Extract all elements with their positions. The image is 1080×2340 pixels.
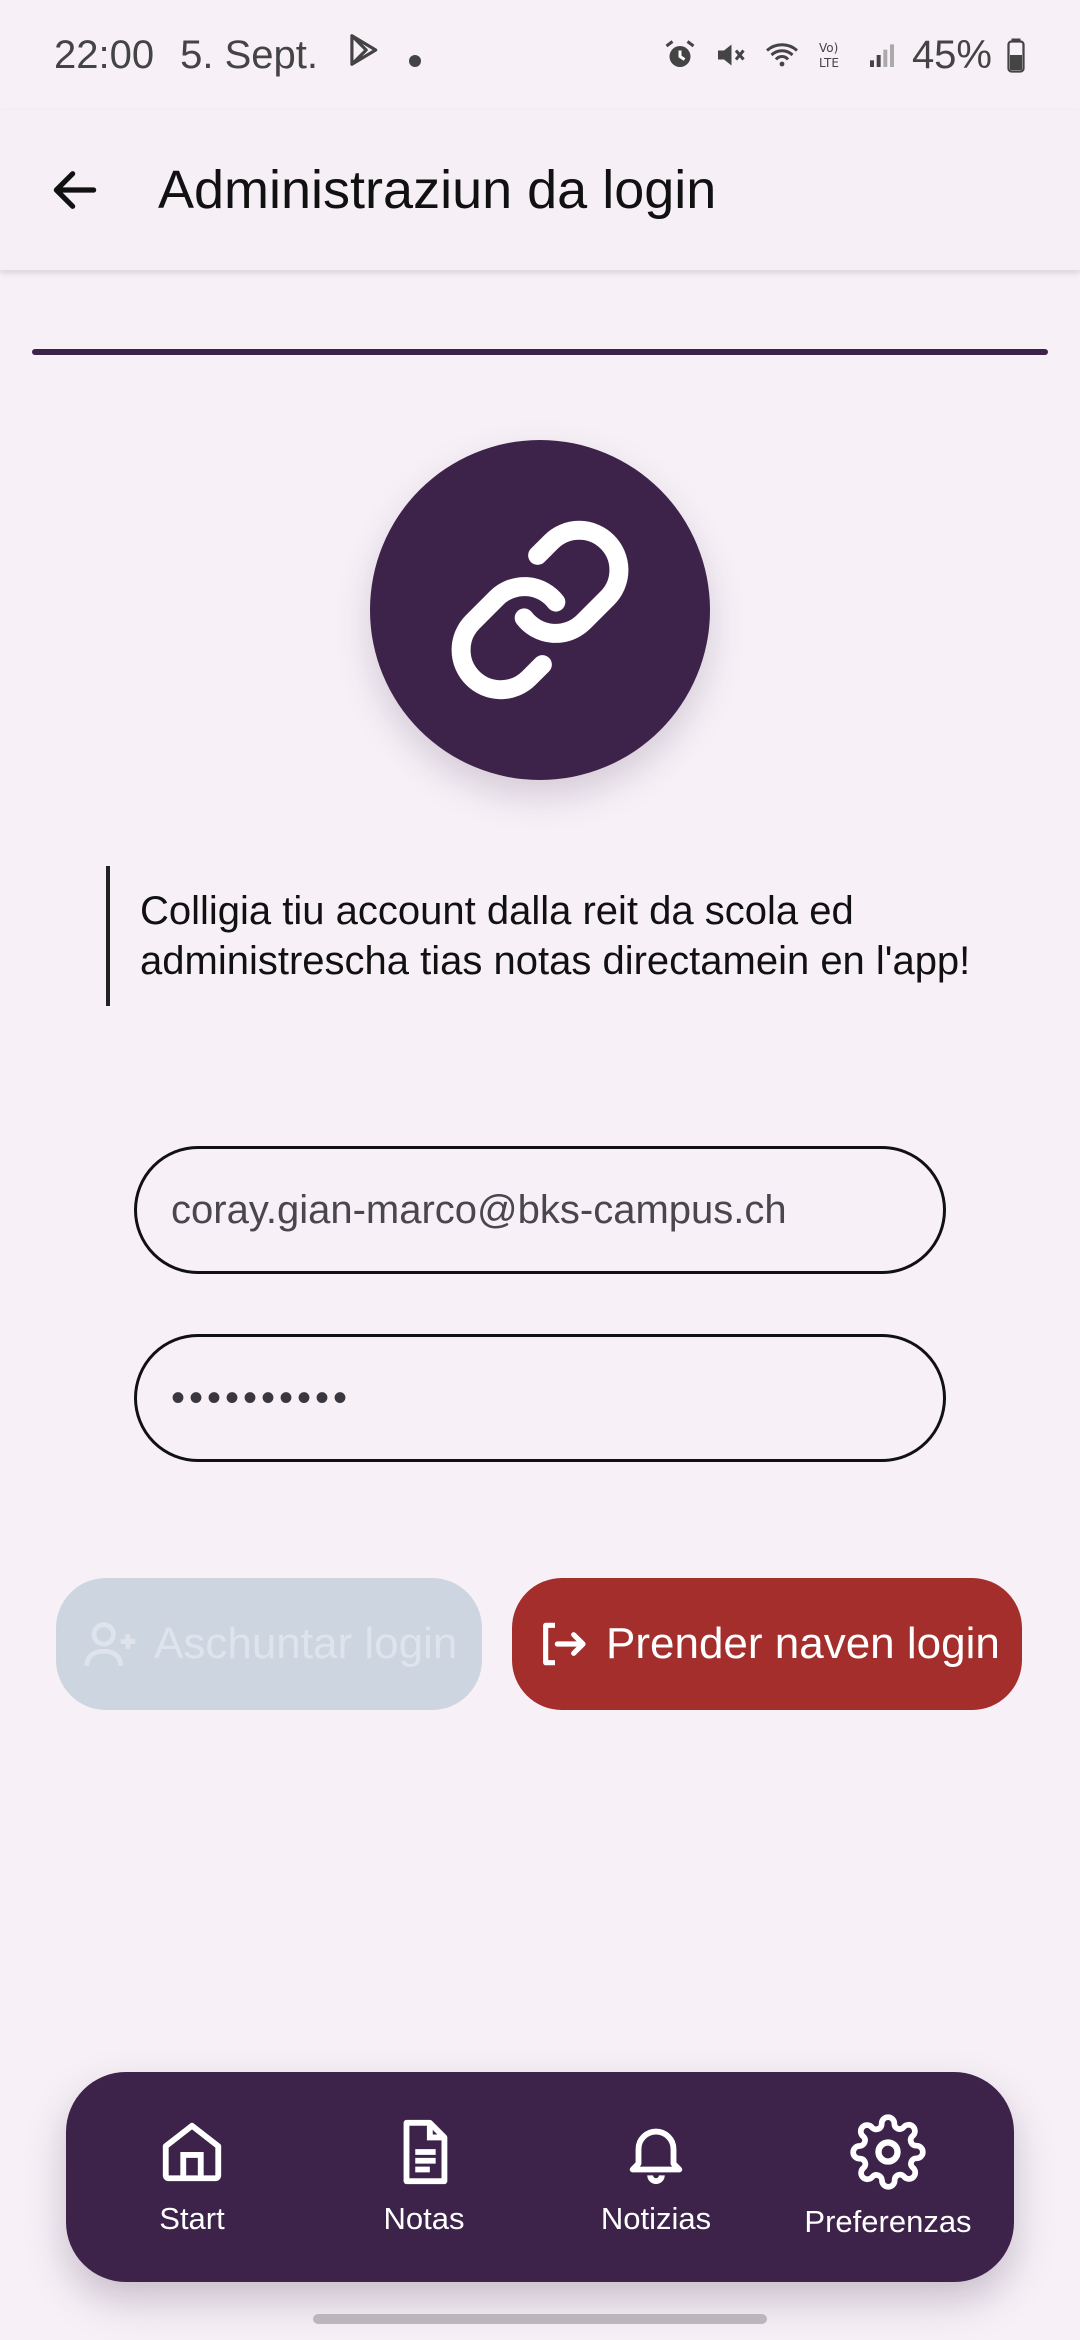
battery-icon: [1006, 37, 1026, 73]
email-field[interactable]: coray.gian-marco@bks-campus.ch: [134, 1146, 946, 1274]
password-field[interactable]: ••••••••••: [134, 1334, 946, 1462]
nav-label-notizias: Notizias: [600, 2201, 712, 2236]
play-store-icon: [344, 31, 382, 79]
page-title: Administraziun da login: [158, 160, 717, 220]
wifi-icon: [762, 37, 802, 73]
status-battery-text: 45%: [911, 32, 992, 77]
password-value: ••••••••••: [171, 1375, 352, 1420]
add-login-button[interactable]: Aschuntar login: [56, 1578, 482, 1710]
link-avatar: [370, 440, 710, 780]
gear-icon: [850, 2114, 926, 2190]
signal-icon: [866, 37, 898, 73]
app-bar: Administraziun da login: [0, 110, 1080, 270]
home-indicator[interactable]: [313, 2314, 767, 2324]
status-date: 5. Sept.: [180, 32, 318, 77]
back-button[interactable]: [40, 155, 110, 225]
document-icon: [403, 2119, 448, 2185]
status-left: 22:00 5. Sept.: [54, 31, 422, 79]
nav-item-preferenzas[interactable]: Preferenzas: [778, 2114, 998, 2240]
status-time: 22:00: [54, 32, 155, 77]
notification-dot-icon: [408, 33, 422, 78]
svg-text:Vo): Vo): [819, 41, 838, 55]
alarm-icon: [662, 37, 698, 73]
remove-login-button[interactable]: Prender naven login: [512, 1578, 1022, 1710]
add-login-label: Aschuntar login: [154, 1619, 458, 1668]
bell-icon: [629, 2128, 683, 2185]
nav-label-start: Start: [159, 2201, 225, 2236]
nav-label-notas: Notas: [383, 2201, 465, 2236]
arrow-left-icon: [53, 171, 97, 209]
home-icon: [162, 2122, 222, 2182]
bottom-navigation: Start Notas Notizias Preferenzas: [66, 2072, 1014, 2282]
mute-icon: [712, 37, 748, 73]
nav-item-notizias[interactable]: Notizias: [546, 2117, 766, 2237]
email-value: coray.gian-marco@bks-campus.ch: [171, 1187, 787, 1232]
volte-icon: Vo) LTE: [816, 37, 852, 73]
status-bar: 22:00 5. Sept. Vo) LTE 45%: [0, 0, 1080, 110]
nav-item-notas[interactable]: Notas: [314, 2117, 534, 2237]
nav-label-preferenzas: Preferenzas: [804, 2204, 972, 2239]
logout-icon: [543, 1622, 586, 1666]
nav-item-start[interactable]: Start: [82, 2117, 302, 2237]
add-user-icon: [84, 1622, 136, 1666]
remove-login-label: Prender naven login: [606, 1619, 1000, 1668]
link-icon: [451, 520, 629, 700]
progress-divider: [32, 349, 1048, 355]
info-text: Colligia tiu account dalla reit da scola…: [106, 866, 986, 1006]
svg-text:LTE: LTE: [819, 56, 839, 70]
status-right: Vo) LTE 45%: [662, 33, 1026, 78]
